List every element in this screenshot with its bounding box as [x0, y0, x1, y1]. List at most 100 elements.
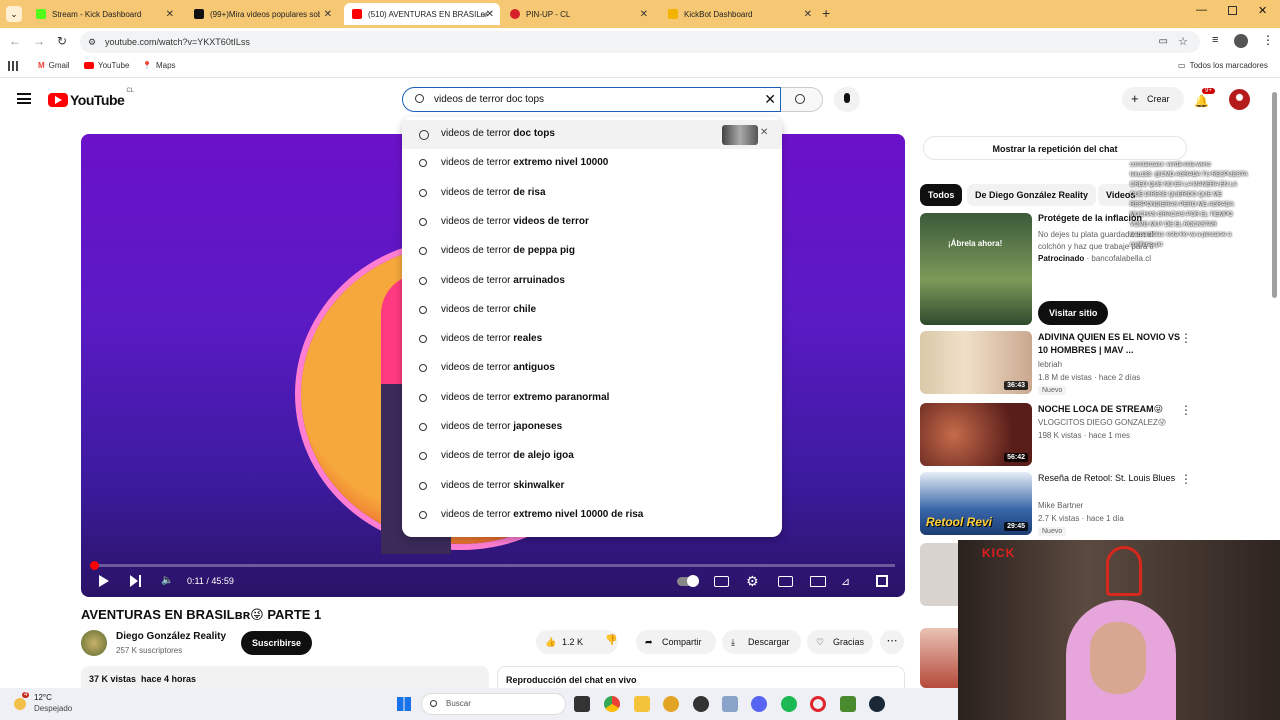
- subscribe-button[interactable]: Suscribirse: [241, 631, 313, 655]
- page-scrollbar[interactable]: [1272, 92, 1277, 298]
- steam-icon[interactable]: [869, 696, 885, 712]
- settings-gear-icon[interactable]: ⚙: [746, 573, 759, 590]
- window-maximize-button[interactable]: [1228, 6, 1237, 15]
- notifications-button[interactable]: 🔔 9+: [1194, 88, 1215, 108]
- autoplay-toggle[interactable]: [677, 575, 699, 587]
- dislike-button[interactable]: 👎: [601, 630, 631, 654]
- task-view-icon[interactable]: [574, 696, 590, 712]
- taskbar-search-box[interactable]: Buscar: [421, 693, 566, 715]
- search-suggestion[interactable]: videos de terror japoneses: [402, 413, 782, 442]
- hamburger-menu-icon[interactable]: [17, 93, 31, 104]
- create-button[interactable]: + Crear: [1122, 87, 1184, 111]
- window-minimize-button[interactable]: —: [1196, 4, 1207, 16]
- volume-icon[interactable]: 🔈: [161, 575, 173, 586]
- next-icon[interactable]: [130, 575, 138, 587]
- search-button[interactable]: [781, 87, 823, 112]
- subtitles-icon[interactable]: [714, 576, 729, 587]
- related-video-thumbnail-partial[interactable]: [920, 628, 960, 688]
- cast-icon[interactable]: ⊿: [841, 575, 850, 588]
- browser-tab-tiktok[interactable]: (99+)Mira videos populares sob ✕: [186, 3, 338, 25]
- video-options-icon[interactable]: ⋮: [1180, 472, 1192, 486]
- channel-name[interactable]: Diego González Reality: [116, 631, 226, 642]
- search-suggestion[interactable]: videos de terror extremo nivel 10000 de …: [402, 501, 782, 530]
- search-suggestion[interactable]: videos de terror antiguos: [402, 354, 782, 383]
- play-icon[interactable]: [99, 575, 109, 587]
- related-video[interactable]: Retool Revi 29:45 Reseña de Retool: St. …: [920, 472, 1192, 536]
- browser-tab-kickbot[interactable]: KickBot Dashboard ✕: [660, 3, 818, 25]
- account-avatar[interactable]: [1229, 89, 1250, 110]
- profile-avatar-icon[interactable]: [1234, 34, 1248, 48]
- progress-scrubber[interactable]: [89, 561, 99, 570]
- search-input[interactable]: videos de terror doc tops ✕: [402, 87, 781, 112]
- youtube-logo[interactable]: YouTube CL: [48, 88, 134, 108]
- bookmark-gmail[interactable]: M Gmail: [38, 61, 70, 70]
- tab-close-icon[interactable]: ✕: [804, 9, 812, 20]
- search-suggestion[interactable]: videos de terror reales: [402, 325, 782, 354]
- remove-suggestion-icon[interactable]: ✕: [760, 127, 768, 138]
- window-close-button[interactable]: ✕: [1258, 4, 1267, 17]
- spotify-icon[interactable]: [781, 696, 797, 712]
- search-suggestion[interactable]: videos de terror videos de terror: [402, 208, 782, 237]
- chrome-icon[interactable]: [604, 696, 620, 712]
- bookmark-maps[interactable]: 📍 Maps: [142, 61, 176, 70]
- voice-search-button[interactable]: [834, 87, 860, 112]
- related-video[interactable]: 56:42 NOCHE LOCA DE STREAM😜 VLOGCITOS DI…: [920, 403, 1192, 467]
- file-explorer-icon[interactable]: [634, 696, 650, 712]
- clear-search-icon[interactable]: ✕: [764, 88, 776, 111]
- bookmark-star-icon[interactable]: ☆: [1178, 31, 1188, 53]
- related-video-thumbnail-partial[interactable]: [920, 543, 960, 606]
- search-suggestion[interactable]: videos de terror de risa: [402, 179, 782, 208]
- search-suggestion[interactable]: videos de terror de alejo igoa: [402, 442, 782, 471]
- app-icon[interactable]: [663, 696, 679, 712]
- progress-bar-track[interactable]: [91, 564, 895, 567]
- minecraft-icon[interactable]: [840, 696, 856, 712]
- share-button[interactable]: ➦ Compartir: [636, 630, 716, 654]
- chip-from-channel[interactable]: De Diego González Reality: [967, 184, 1097, 206]
- tab-close-icon[interactable]: ✕: [640, 9, 648, 20]
- miniplayer-icon[interactable]: [778, 576, 793, 587]
- thanks-button[interactable]: ♡ Gracias: [807, 630, 873, 654]
- windows-start-icon[interactable]: [397, 697, 411, 711]
- apps-grid-icon[interactable]: [8, 61, 18, 71]
- search-suggestion[interactable]: videos de terror extremo paranormal: [402, 384, 782, 413]
- app-icon[interactable]: [722, 696, 738, 712]
- obs-icon[interactable]: [693, 696, 709, 712]
- bookmark-youtube[interactable]: YouTube: [84, 61, 129, 70]
- browser-tab-pinup[interactable]: PIN-UP - CL ✕: [502, 3, 654, 25]
- visit-site-button[interactable]: Visitar sitio: [1038, 301, 1109, 325]
- forward-arrow-icon[interactable]: →: [33, 34, 45, 48]
- browser-menu-icon[interactable]: ⋮: [1262, 33, 1274, 47]
- tab-search-button[interactable]: ⌄: [6, 6, 22, 22]
- fullscreen-icon[interactable]: [876, 575, 888, 587]
- related-video[interactable]: 36:43 ADIVINA QUIEN ES EL NOVIO VS 10 HO…: [920, 331, 1192, 395]
- search-suggestion[interactable]: videos de terror doc tops ✕: [402, 120, 782, 149]
- install-app-icon[interactable]: ▭: [1159, 31, 1168, 53]
- browser-tab-youtube-active[interactable]: (510) AVENTURAS EN BRASILᴃʀ ✕: [344, 3, 500, 25]
- media-controls-icon[interactable]: ≡: [1212, 34, 1218, 46]
- channel-avatar[interactable]: [81, 630, 107, 656]
- show-chat-replay-button[interactable]: Mostrar la repetición del chat: [923, 136, 1187, 160]
- opera-icon[interactable]: [810, 696, 826, 712]
- tab-close-icon[interactable]: ✕: [486, 9, 494, 20]
- tab-close-icon[interactable]: ✕: [324, 9, 332, 20]
- back-arrow-icon[interactable]: ←: [9, 34, 21, 48]
- search-suggestion[interactable]: videos de terror chile: [402, 296, 782, 325]
- theater-mode-icon[interactable]: [810, 576, 826, 587]
- search-suggestion[interactable]: videos de terror extremo nivel 10000: [402, 149, 782, 178]
- search-suggestion[interactable]: videos de terror de peppa pig: [402, 237, 782, 266]
- video-options-icon[interactable]: ⋮: [1180, 403, 1192, 417]
- video-options-icon[interactable]: ⋮: [1180, 331, 1192, 345]
- download-button[interactable]: ⤓ Descargar: [722, 630, 801, 654]
- more-actions-button[interactable]: ⋯: [880, 630, 904, 654]
- chip-all[interactable]: Todos: [920, 184, 963, 206]
- all-bookmarks-folder[interactable]: ▭ Todos los marcadores: [1178, 61, 1268, 70]
- search-suggestion[interactable]: videos de terror arruinados: [402, 267, 782, 296]
- new-tab-button[interactable]: +: [822, 5, 830, 21]
- weather-widget[interactable]: 4 12°C Despejado: [10, 692, 90, 716]
- browser-tab-kick-dashboard[interactable]: Stream - Kick Dashboard ✕: [28, 3, 180, 25]
- reload-icon[interactable]: ↻: [57, 34, 67, 48]
- tab-close-icon[interactable]: ✕: [166, 9, 174, 20]
- site-info-icon[interactable]: ⚙: [88, 31, 96, 53]
- address-bar[interactable]: ⚙ youtube.com/watch?v=YKXT60tILss ▭ ☆: [80, 31, 1200, 53]
- discord-icon[interactable]: [751, 696, 767, 712]
